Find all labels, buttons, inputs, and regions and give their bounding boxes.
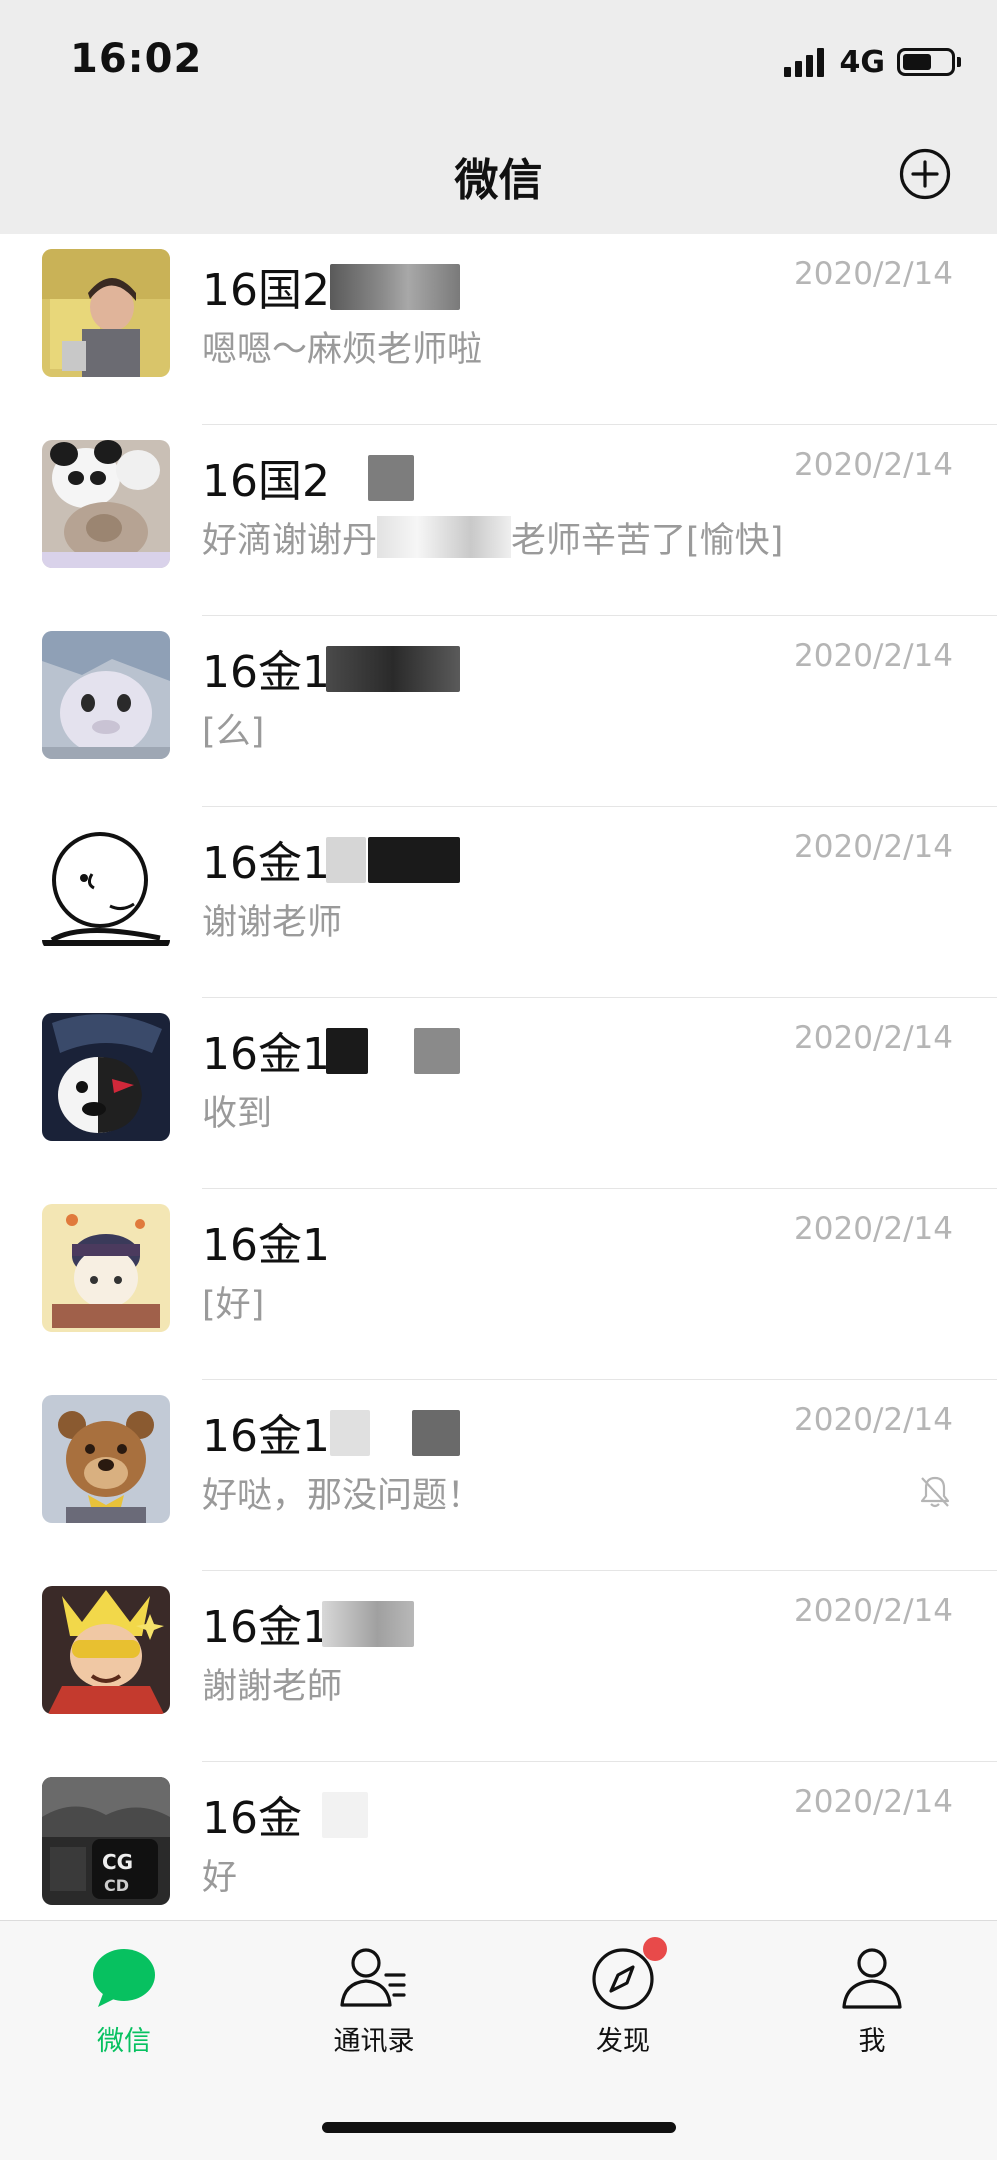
chat-name: 16金1: [202, 1220, 330, 1271]
svg-text:CD: CD: [104, 1876, 129, 1895]
chat-name: 16金1: [202, 1411, 330, 1462]
chat-preview: [么]: [202, 712, 265, 752]
chat-preview: 謝謝老師: [202, 1667, 343, 1707]
avatar: [42, 249, 170, 377]
home-indicator[interactable]: [322, 2122, 676, 2133]
chat-preview: 好: [202, 1858, 238, 1898]
redacted-name-blur: [368, 837, 460, 883]
svg-text:CG: CG: [102, 1850, 133, 1874]
status-time: 16:02: [70, 36, 203, 82]
chat-name: 16金1: [202, 1029, 330, 1080]
chat-row[interactable]: 16金1 2020/2/14 謝謝老師: [0, 1571, 997, 1762]
tab-contacts[interactable]: 通讯录: [284, 1945, 464, 2085]
chat-preview: 嗯嗯～麻烦老师啦: [202, 330, 483, 370]
redacted-name-blur: [330, 1410, 370, 1456]
redacted-name-blur: [414, 1028, 460, 1074]
chat-row[interactable]: 16金1 2020/2/14 收到: [0, 998, 997, 1189]
chat-name: 16金1: [202, 1602, 330, 1653]
chat-time: 2020/2/14: [794, 829, 953, 865]
chat-preview: 收到: [202, 1094, 273, 1134]
chat-row[interactable]: 16国2 2020/2/14 嗯嗯～麻烦老师啦: [0, 234, 997, 425]
chat-time: 2020/2/14: [794, 638, 953, 674]
avatar: [42, 1586, 170, 1714]
chat-preview: 好哒，那没问题！: [202, 1476, 483, 1516]
redacted-name-blur: [322, 1601, 414, 1647]
chat-name: 16金1: [202, 647, 330, 698]
chat-name: 16国2: [202, 456, 330, 507]
chat-time: 2020/2/14: [794, 1211, 953, 1247]
notification-dot: [643, 1937, 667, 1961]
redacted-name-blur: [330, 264, 460, 310]
redacted-name-blur: [326, 646, 460, 692]
plus-circle-icon[interactable]: [899, 148, 951, 200]
chat-list: 16国2 2020/2/14 嗯嗯～麻烦老师啦 16国2 2020/2/14 好…: [0, 234, 997, 1920]
contacts-icon: [340, 1945, 408, 2013]
chat-preview-head: 好滴谢谢丹: [202, 521, 378, 561]
tab-chats[interactable]: 微信: [34, 1945, 214, 2085]
top-bar: 16:02 4G 微信: [0, 0, 997, 234]
chat-row[interactable]: 16金1 2020/2/14 谢谢老师: [0, 807, 997, 998]
battery-icon: [897, 48, 955, 76]
redacted-preview-blur: [377, 516, 512, 558]
tab-label: 微信: [97, 2026, 151, 2057]
tab-discover[interactable]: 发现: [533, 1937, 713, 2085]
signal-icon: [783, 47, 828, 77]
chat-row[interactable]: 16金1 2020/2/14 [么]: [0, 616, 997, 807]
redacted-name-blur: [368, 455, 414, 501]
chat-preview: 谢谢老师: [202, 903, 343, 943]
avatar: [42, 822, 170, 950]
chat-row[interactable]: CG CD 16金 2020/2/14 好: [0, 1762, 997, 1920]
redacted-name-blur: [322, 1792, 368, 1838]
chat-row[interactable]: 16金1 2020/2/14 好哒，那没问题！: [0, 1380, 997, 1571]
chat-bubble-icon: [90, 1945, 158, 2013]
battery-tip: [957, 57, 961, 67]
status-indicators: 4G: [783, 44, 961, 80]
chat-row[interactable]: 16金1 2020/2/14 [好]: [0, 1189, 997, 1380]
wechat-screen: 16:02 4G 微信 16国2 2020/2/14 嗯嗯～麻烦老师啦 16国2…: [0, 0, 997, 2160]
redacted-name-blur: [412, 1410, 460, 1456]
tab-label: 发现: [596, 2026, 650, 2057]
chat-time: 2020/2/14: [794, 1784, 953, 1820]
chat-row[interactable]: 16国2 2020/2/14 好滴谢谢丹 老师辛苦了[愉快]: [0, 425, 997, 616]
page-title: 微信: [454, 155, 543, 206]
tab-label: 我: [858, 2026, 886, 2057]
network-type: 4G: [839, 44, 886, 80]
avatar: [42, 631, 170, 759]
chat-time: 2020/2/14: [794, 447, 953, 483]
chat-preview: 好滴谢谢丹 老师辛苦了[愉快]: [202, 512, 783, 563]
chat-name: 16金: [202, 1793, 302, 1844]
chat-time: 2020/2/14: [794, 1402, 953, 1438]
chat-time: 2020/2/14: [794, 256, 953, 292]
chat-name: 16国2: [202, 265, 330, 316]
person-icon: [838, 1945, 906, 2013]
avatar: [42, 1204, 170, 1332]
tab-label: 通讯录: [333, 2026, 415, 2057]
mute-bell-icon: [917, 1473, 953, 1509]
redacted-name-blur: [326, 1028, 368, 1074]
avatar: [42, 1395, 170, 1523]
chat-name: 16金1: [202, 838, 330, 889]
avatar: CG CD: [42, 1777, 170, 1905]
chat-preview-tail: 老师辛苦了[愉快]: [511, 521, 784, 561]
redacted-name-blur: [326, 837, 366, 883]
chat-time: 2020/2/14: [794, 1593, 953, 1629]
avatar: [42, 440, 170, 568]
chat-preview: [好]: [202, 1285, 265, 1325]
chat-time: 2020/2/14: [794, 1020, 953, 1056]
tab-me[interactable]: 我: [782, 1945, 962, 2085]
avatar: [42, 1013, 170, 1141]
